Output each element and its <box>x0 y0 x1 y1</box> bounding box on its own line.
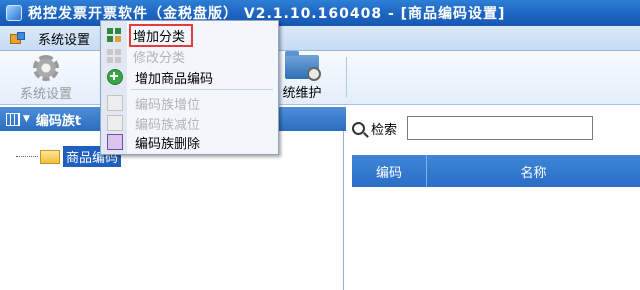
folder-icon <box>40 149 60 164</box>
category-grid-icon <box>107 49 121 63</box>
system-maintenance-label: 统维护 <box>282 86 322 101</box>
chevron-down-icon[interactable]: ▼ <box>23 114 30 124</box>
menu-item-label: 增加商品编码 <box>135 71 214 87</box>
category-grid-icon <box>107 28 121 42</box>
system-settings-label: 系统设置 <box>19 87 72 102</box>
toolbar-separator <box>346 57 347 97</box>
menu-item-code-family-delete[interactable]: 编码族删除 <box>101 131 278 153</box>
title-bar: 税控发票开票软件（金税盘版） V2.1.10.160408 - [商品编码设置] <box>0 0 640 26</box>
search-label: 检索 <box>371 122 398 138</box>
tree-connector <box>16 156 38 157</box>
delete-box-icon <box>107 134 123 150</box>
grid-header: 编码 名称 <box>352 155 640 187</box>
context-menu: 增加分类 修改分类 增加商品编码 编码族增位 编码族减位 编码族删除 <box>100 20 279 155</box>
menu-item-label: 编码族增位 <box>135 97 201 113</box>
menu-bar: 系统设置 <box>0 26 640 51</box>
box-icon <box>107 95 123 111</box>
search-input[interactable] <box>407 116 594 140</box>
search-icon <box>352 121 365 135</box>
grid-icon[interactable] <box>6 112 20 126</box>
menu-item-edit-category: 修改分类 <box>101 45 278 67</box>
menu-item-label: 修改分类 <box>133 50 186 66</box>
menu-separator <box>131 89 273 90</box>
toolbar: 系统设置 统维护 <box>0 51 640 105</box>
code-family-label: 编码族t <box>35 113 82 129</box>
menu-item-add-product-code[interactable]: 增加商品编码 <box>101 66 278 88</box>
search-bar: 检索 <box>352 116 594 140</box>
column-header-code[interactable]: 编码 <box>352 155 427 187</box>
system-menu-icon[interactable] <box>10 32 25 44</box>
menu-item-add-category[interactable]: 增加分类 <box>101 23 278 47</box>
system-settings-button[interactable]: 系统设置 <box>8 55 84 102</box>
gear-icon <box>33 55 59 81</box>
menu-system-settings[interactable]: 系统设置 <box>32 27 96 50</box>
column-header-name[interactable]: 名称 <box>427 155 640 187</box>
grid-body <box>352 187 640 290</box>
app-icon <box>6 5 22 21</box>
folder-gear-icon <box>285 51 321 81</box>
menu-item-code-family-add-digit: 编码族增位 <box>101 92 278 114</box>
box-icon <box>107 115 123 131</box>
menu-item-label: 编码族删除 <box>135 136 201 152</box>
plus-circle-icon <box>107 69 123 85</box>
menu-item-label: 增加分类 <box>129 23 194 47</box>
menu-item-label: 编码族减位 <box>135 117 201 133</box>
